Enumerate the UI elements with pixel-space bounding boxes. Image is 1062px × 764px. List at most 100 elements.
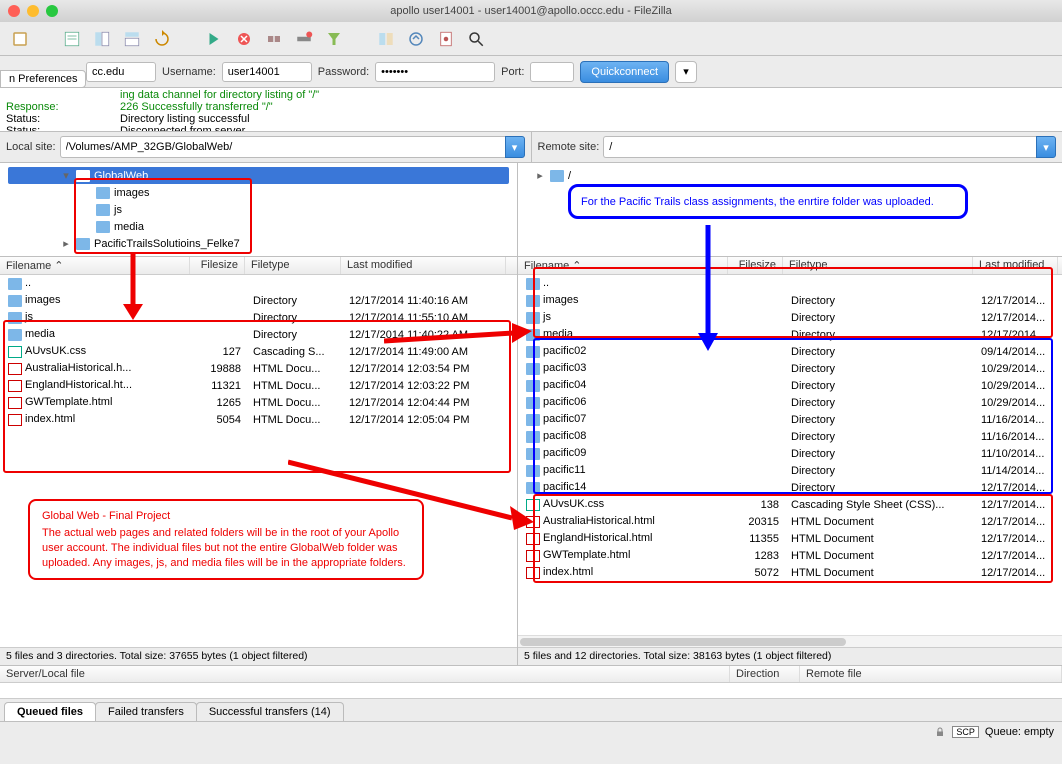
sync-browse-icon[interactable] (404, 27, 428, 51)
file-row[interactable]: pacific06Directory10/29/2014... (518, 394, 1062, 411)
file-row[interactable]: EnglandHistorical.ht...11321HTML Docu...… (0, 377, 517, 394)
filter-icon[interactable] (322, 27, 346, 51)
password-label: Password: (318, 66, 369, 78)
local-file-header[interactable]: Filename ⌃ Filesize Filetype Last modifi… (0, 257, 517, 275)
col-direction[interactable]: Direction (730, 666, 800, 682)
tree-item[interactable]: ▸PacificTrailsSolutioins_Felke7 (8, 235, 509, 252)
file-row[interactable]: AustraliaHistorical.h...19888HTML Docu..… (0, 360, 517, 377)
file-row[interactable]: AUvsUK.css127Cascading S...12/17/2014 11… (0, 343, 517, 360)
toggle-queue-icon[interactable] (120, 27, 144, 51)
toolbar (0, 22, 1062, 56)
quickconnect-dropdown[interactable]: ▾ (675, 61, 697, 83)
file-row[interactable]: jsDirectory12/17/2014 11:55:10 AM (0, 309, 517, 326)
col-filesize[interactable]: Filesize (190, 257, 245, 274)
file-row[interactable]: mediaDirectory12/17/2014 11:40:22 AM (0, 326, 517, 343)
remote-tree[interactable]: ▸/ (518, 163, 1062, 257)
port-input[interactable] (530, 62, 574, 82)
traffic-lights (8, 5, 58, 17)
file-row[interactable]: GWTemplate.html1265HTML Docu...12/17/201… (0, 394, 517, 411)
password-input[interactable] (375, 62, 495, 82)
file-row[interactable]: jsDirectory12/17/2014... (518, 309, 1062, 326)
file-row[interactable]: mediaDirectory12/17/2014... (518, 326, 1062, 343)
queue-status: Queue: empty (985, 726, 1054, 738)
titlebar: apollo user14001 - user14001@apollo.occc… (0, 0, 1062, 22)
message-log[interactable]: ing data channel for directory listing o… (0, 88, 1062, 132)
compare-icon[interactable] (374, 27, 398, 51)
remote-status: 5 files and 12 directories. Total size: … (518, 647, 1062, 665)
col-filetype[interactable]: Filetype (245, 257, 341, 274)
local-file-list[interactable]: ..imagesDirectory12/17/2014 11:40:16 AMj… (0, 275, 517, 647)
file-row[interactable]: .. (518, 275, 1062, 292)
file-row[interactable]: GWTemplate.html1283HTML Document12/17/20… (518, 547, 1062, 564)
file-row[interactable]: pacific02Directory09/14/2014... (518, 343, 1062, 360)
col-modified[interactable]: Last modified (341, 257, 506, 274)
disconnect-icon[interactable] (262, 27, 286, 51)
col-remote-file[interactable]: Remote file (800, 666, 1062, 682)
panes: ▾GlobalWebimagesjsmedia▸PacificTrailsSol… (0, 163, 1062, 665)
local-tree[interactable]: ▾GlobalWebimagesjsmedia▸PacificTrailsSol… (0, 163, 517, 257)
col-server-local[interactable]: Server/Local file (0, 666, 730, 682)
process-queue-icon[interactable] (202, 27, 226, 51)
queue-body[interactable] (0, 683, 1062, 699)
remote-site-bar: Remote site: ▾ (532, 132, 1062, 162)
local-site-label: Local site: (6, 141, 56, 153)
file-row[interactable]: pacific14Directory12/17/2014... (518, 479, 1062, 496)
toggle-tree-icon[interactable] (90, 27, 114, 51)
auto-scroll-icon[interactable] (434, 27, 458, 51)
tree-item[interactable]: images (8, 184, 509, 201)
search-icon[interactable] (464, 27, 488, 51)
tree-item[interactable]: ▸/ (526, 167, 1054, 184)
username-label: Username: (162, 66, 216, 78)
cancel-icon[interactable] (232, 27, 256, 51)
file-row[interactable]: index.html5054HTML Docu...12/17/2014 12:… (0, 411, 517, 428)
file-row[interactable]: index.html5072HTML Document12/17/2014... (518, 564, 1062, 581)
site-manager-icon[interactable] (8, 27, 32, 51)
col-filetype[interactable]: Filetype (783, 257, 973, 274)
col-modified[interactable]: Last modified (973, 257, 1058, 274)
host-input[interactable] (86, 62, 156, 82)
file-row[interactable]: pacific03Directory10/29/2014... (518, 360, 1062, 377)
file-row[interactable]: .. (0, 275, 517, 292)
quickconnect-button[interactable]: Quickconnect (580, 61, 669, 83)
file-row[interactable]: AustraliaHistorical.html20315HTML Docume… (518, 513, 1062, 530)
transfer-tab[interactable]: Queued files (4, 702, 96, 721)
file-row[interactable]: imagesDirectory12/17/2014 11:40:16 AM (0, 292, 517, 309)
toggle-log-icon[interactable] (60, 27, 84, 51)
transfer-tab[interactable]: Successful transfers (14) (196, 702, 344, 721)
minimize-icon[interactable] (27, 5, 39, 17)
col-filename[interactable]: Filename ⌃ (518, 257, 728, 274)
file-row[interactable]: imagesDirectory12/17/2014... (518, 292, 1062, 309)
remote-scrollbar[interactable] (518, 635, 1062, 647)
remote-site-dropdown[interactable]: ▾ (1036, 136, 1056, 158)
col-filename[interactable]: Filename ⌃ (0, 257, 190, 274)
remote-site-input[interactable] (603, 136, 1036, 158)
quickconnect-bar: n Preferences Username: Password: Port: … (0, 56, 1062, 88)
queue-header[interactable]: Server/Local file Direction Remote file (0, 665, 1062, 683)
file-row[interactable]: EnglandHistorical.html11355HTML Document… (518, 530, 1062, 547)
tree-item[interactable]: js (8, 201, 509, 218)
preferences-tab[interactable]: n Preferences (0, 70, 86, 88)
remote-site-label: Remote site: (538, 141, 600, 153)
username-input[interactable] (222, 62, 312, 82)
file-row[interactable]: pacific07Directory11/16/2014... (518, 411, 1062, 428)
local-site-input[interactable] (60, 136, 505, 158)
port-label: Port: (501, 66, 524, 78)
tree-item[interactable]: ▾GlobalWeb (8, 167, 509, 184)
transfer-tab[interactable]: Failed transfers (95, 702, 197, 721)
transfer-tabs: Queued filesFailed transfersSuccessful t… (0, 699, 1062, 721)
remote-file-list[interactable]: ..imagesDirectory12/17/2014...jsDirector… (518, 275, 1062, 635)
local-site-dropdown[interactable]: ▾ (505, 136, 525, 158)
col-filesize[interactable]: Filesize (728, 257, 783, 274)
file-row[interactable]: pacific11Directory11/14/2014... (518, 462, 1062, 479)
refresh-icon[interactable] (150, 27, 174, 51)
tree-item[interactable]: media (8, 218, 509, 235)
file-row[interactable]: pacific04Directory10/29/2014... (518, 377, 1062, 394)
file-row[interactable]: AUvsUK.css138Cascading Style Sheet (CSS)… (518, 496, 1062, 513)
close-icon[interactable] (8, 5, 20, 17)
file-row[interactable]: pacific09Directory11/10/2014... (518, 445, 1062, 462)
zoom-icon[interactable] (46, 5, 58, 17)
file-row[interactable]: pacific08Directory11/16/2014... (518, 428, 1062, 445)
reconnect-icon[interactable] (292, 27, 316, 51)
remote-file-header[interactable]: Filename ⌃ Filesize Filetype Last modifi… (518, 257, 1062, 275)
bottom-status-bar: SCP Queue: empty (0, 721, 1062, 741)
